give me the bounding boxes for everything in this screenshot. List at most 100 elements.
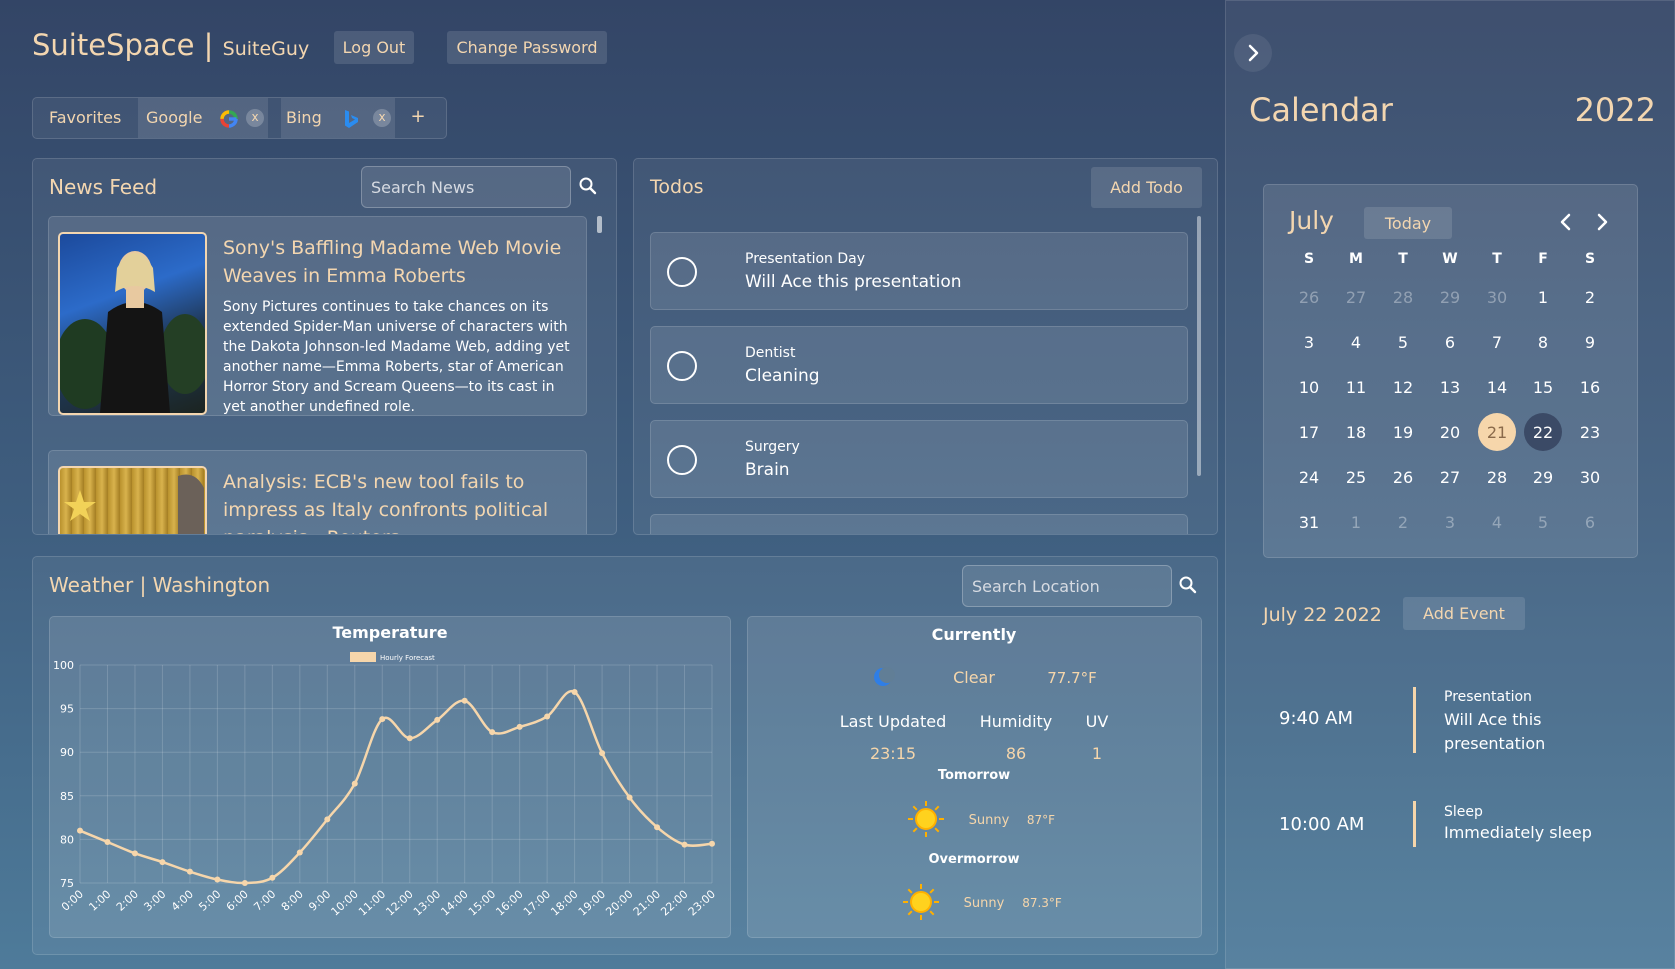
calendar-day[interactable]: 3 [1431,503,1469,541]
calendar-day[interactable]: 7 [1478,323,1516,361]
favorites-bar: Favorites Google x Bing x + [32,97,447,139]
news-scrollbar[interactable] [597,216,602,233]
calendar-day[interactable]: 6 [1571,503,1609,541]
calendar-day[interactable]: 25 [1337,458,1375,496]
calendar-day[interactable]: 26 [1290,278,1328,316]
calendar-day[interactable]: 27 [1337,278,1375,316]
overmorrow-temp: 87.3°F [1022,896,1062,910]
todo-item[interactable]: Dentist Cleaning [650,326,1188,404]
article-title[interactable]: Analysis: ECB's new tool fails to impres… [223,468,568,534]
x-tick-label: 22:00 [658,888,690,919]
overmorrow-condition: Sunny [964,896,1005,911]
calendar-day[interactable]: 10 [1290,368,1328,406]
todo-item[interactable]: Presentation Day Will Ace this presentat… [650,232,1188,310]
calendar-day[interactable]: 23 [1571,413,1609,451]
chevron-right-icon [1597,213,1608,231]
calendar-day[interactable]: 28 [1384,278,1422,316]
event-item[interactable]: 10:00 AM Sleep Immediately sleep [1263,801,1653,849]
calendar-day[interactable]: 16 [1571,368,1609,406]
calendar-day[interactable]: 13 [1431,368,1469,406]
remove-google-button[interactable]: x [246,109,264,127]
article-title[interactable]: Sony's Baffling Madame Web Movie Weaves … [223,234,568,290]
calendar-day[interactable]: 31 [1290,503,1328,541]
add-favorite-button[interactable]: + [407,106,429,128]
calendar-day[interactable]: 5 [1384,323,1422,361]
change-password-button[interactable]: Change Password [447,31,607,64]
series-line [79,689,713,885]
todo-checkbox[interactable] [667,257,697,287]
prev-month-button[interactable] [1554,208,1578,240]
calendar-day-today[interactable]: 21 [1478,413,1516,451]
calendar-day[interactable]: 18 [1337,413,1375,451]
collapse-sidebar-button[interactable] [1234,34,1272,72]
data-point [186,868,193,875]
news-feed-title: News Feed [49,175,158,199]
todo-checkbox[interactable] [667,351,697,381]
calendar-day[interactable]: 8 [1524,323,1562,361]
calendar-day[interactable]: 29 [1431,278,1469,316]
calendar-year: 2022 [1574,91,1656,129]
calendar-day-selected[interactable]: 22 [1524,413,1562,451]
calendar-day[interactable]: 30 [1571,458,1609,496]
calendar-day[interactable]: 27 [1431,458,1469,496]
calendar-day[interactable]: 1 [1524,278,1562,316]
tomorrow-condition: Sunny [969,813,1010,828]
bing-icon [343,109,359,133]
calendar-day[interactable]: 1 [1337,503,1375,541]
news-article[interactable]: Analysis: ECB's new tool fails to impres… [48,450,587,534]
x-tick-label: 20:00 [603,888,635,919]
news-article[interactable]: Sony's Baffling Madame Web Movie Weaves … [48,216,587,416]
todo-checkbox[interactable] [667,445,697,475]
data-point [626,794,633,801]
app-title: SuiteSpace | SuiteGuy [32,28,309,62]
event-time: 10:00 AM [1279,814,1365,835]
x-tick-label: 0:00 [59,888,86,914]
event-item[interactable]: 9:40 AM Presentation Will Ace this prese… [1263,684,1653,756]
search-icon[interactable] [1178,575,1198,599]
calendar-day[interactable]: 15 [1524,368,1562,406]
data-point [241,880,248,886]
logout-button[interactable]: Log Out [334,31,414,64]
calendar-day[interactable]: 4 [1478,503,1516,541]
todos-panel: Todos Add Todo Presentation Day Will Ace… [633,158,1218,535]
next-month-button[interactable] [1590,208,1614,240]
google-icon [219,109,239,133]
calendar-day[interactable]: 26 [1384,458,1422,496]
calendar-day[interactable]: 12 [1384,368,1422,406]
calendar-day[interactable]: 30 [1478,278,1516,316]
calendar-day[interactable]: 3 [1290,323,1328,361]
todos-title: Todos [650,176,704,198]
favorite-bing[interactable]: Bing x [281,98,395,138]
add-todo-button[interactable]: Add Todo [1091,167,1202,208]
today-button[interactable]: Today [1364,207,1452,239]
calendar-day[interactable]: 20 [1431,413,1469,451]
calendar-day[interactable]: 19 [1384,413,1422,451]
chevron-left-icon [1560,213,1571,231]
calendar-day[interactable]: 2 [1571,278,1609,316]
data-point [489,729,496,736]
calendar-day[interactable]: 28 [1478,458,1516,496]
add-event-button[interactable]: Add Event [1403,597,1525,630]
calendar-day[interactable]: 11 [1337,368,1375,406]
remove-bing-button[interactable]: x [373,109,391,127]
todo-item[interactable]: Surgery Brain [650,420,1188,498]
todo-item[interactable] [650,514,1188,534]
calendar-day[interactable]: 6 [1431,323,1469,361]
calendar-day[interactable]: 5 [1524,503,1562,541]
news-search-input[interactable]: Search News [361,166,571,208]
calendar-day[interactable]: 17 [1290,413,1328,451]
calendar-day[interactable]: 24 [1290,458,1328,496]
app-name: SuiteSpace [32,28,195,62]
todos-scrollbar[interactable] [1197,216,1201,476]
month-name: July [1289,206,1334,235]
month-view: July Today SMTWTFS 26 27 28 29 30 1 2 3 4 5 6 7 8 9 10… [1263,184,1638,558]
location-search-input[interactable]: Search Location [962,565,1172,607]
favorite-google[interactable]: Google x [138,98,268,138]
calendar-day[interactable]: 4 [1337,323,1375,361]
calendar-day[interactable]: 2 [1384,503,1422,541]
calendar-day[interactable]: 29 [1524,458,1562,496]
search-icon[interactable] [578,176,598,200]
calendar-day[interactable]: 14 [1478,368,1516,406]
event-title: Sleep [1444,804,1483,820]
calendar-day[interactable]: 9 [1571,323,1609,361]
